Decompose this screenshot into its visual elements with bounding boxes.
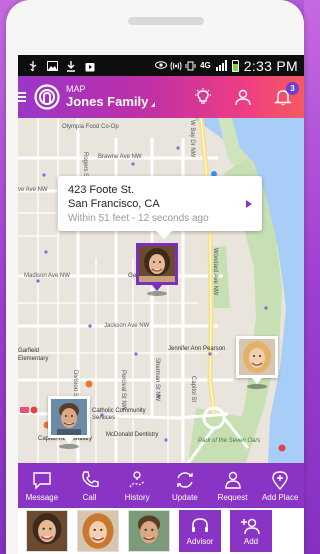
vibrate-icon — [185, 61, 196, 71]
add-place-icon — [272, 470, 288, 490]
map-label-jackson: Jackson Ave NW — [104, 323, 150, 329]
callout-address-line2: San Francisco, CA — [68, 198, 160, 210]
action-label: Call — [82, 492, 97, 502]
request-person-icon — [224, 471, 241, 489]
action-request-button[interactable]: Request — [209, 463, 257, 508]
section-label: MAP — [66, 83, 86, 94]
map-label-sherman: Sherman St NW — [154, 358, 160, 402]
nfc-icon — [170, 61, 182, 71]
usb-icon — [28, 60, 38, 71]
image-icon — [47, 60, 58, 71]
map-label-woodard: Woodard Ave NW — [212, 248, 218, 296]
member-thumb-man[interactable] — [128, 510, 170, 552]
notification-count-badge: 3 — [286, 82, 299, 95]
callout-address-line1: 423 Foote St. — [68, 184, 135, 196]
action-add-place-button[interactable]: Add Place — [256, 463, 304, 508]
action-label: Request — [217, 492, 248, 502]
member-pin-blonde[interactable] — [236, 336, 278, 389]
add-person-icon — [241, 518, 260, 534]
phone-icon — [81, 470, 99, 487]
play-store-icon — [85, 61, 95, 71]
profile-icon[interactable] — [234, 88, 252, 106]
map-label-garfield: Garfield Elementary — [18, 348, 49, 362]
refresh-icon — [177, 471, 193, 488]
menu-icon[interactable] — [18, 92, 30, 102]
location-callout[interactable]: 423 Foote St. San Francisco, CA Within 5… — [58, 176, 262, 239]
action-label: History — [124, 492, 150, 502]
action-label: Update — [171, 492, 198, 502]
status-time: 2:33 PM — [243, 57, 298, 74]
member-thumb-brown-hair[interactable] — [26, 510, 68, 552]
add-member-button[interactable]: Add — [230, 510, 272, 552]
members-row: Advisor Add — [18, 508, 304, 554]
action-call-button[interactable]: Call — [66, 463, 114, 508]
app-screen: 4G 2:33 PM MAP Jones Family 3 Olympia Fo… — [18, 55, 304, 554]
member-thumb-blonde[interactable] — [77, 510, 119, 552]
headset-icon — [192, 517, 208, 532]
map-label-percival: Percival St NW — [120, 370, 126, 411]
circle-selector[interactable]: MAP Jones Family — [66, 83, 156, 109]
map-label-olympia: Olympia Food Co-Op — [62, 124, 119, 130]
map-label-capitol-st: Capitol St — [190, 376, 196, 403]
action-label: Message — [25, 492, 59, 502]
message-icon — [33, 471, 51, 490]
dropdown-caret-icon — [151, 102, 156, 108]
download-icon — [66, 60, 76, 72]
member-pin-man[interactable] — [48, 396, 90, 449]
history-icon — [129, 470, 145, 487]
advisor-button[interactable]: Advisor — [179, 510, 221, 552]
action-update-button[interactable]: Update — [161, 463, 209, 508]
eye-icon — [155, 60, 168, 71]
map-label-jennifer: Jennifer Ann Pearson — [168, 346, 226, 352]
status-bar: 4G 2:33 PM — [18, 55, 304, 76]
add-label: Add — [243, 536, 259, 546]
action-message-button[interactable]: Message — [18, 463, 66, 508]
network-type-label: 4G — [200, 61, 211, 70]
callout-accuracy-time: Within 51 feet - 12 seconds ago — [68, 213, 209, 224]
advisor-label: Advisor — [186, 536, 214, 546]
notifications-bell-icon[interactable]: 3 — [273, 82, 299, 106]
phone-speaker — [128, 17, 204, 25]
battery-icon — [231, 59, 239, 72]
member-avatar-man — [129, 511, 169, 551]
app-header: MAP Jones Family 3 — [18, 76, 304, 118]
action-history-button[interactable]: History — [113, 463, 161, 508]
member-avatar-blonde — [78, 511, 118, 551]
callout-arrow-icon[interactable] — [246, 200, 252, 208]
map-label-park: Park of the Seven Oars — [198, 438, 261, 444]
family-map[interactable]: Olympia Food Co-Op Brawne Ave NW ve Ave … — [18, 118, 304, 463]
map-label-w-bay: W Bay Dr NW — [189, 120, 195, 158]
member-avatar-brown-hair — [27, 511, 67, 551]
life360-logo-icon — [34, 84, 60, 110]
signal-icon — [215, 60, 227, 71]
map-label-brawne: Brawne Ave NW — [98, 154, 142, 160]
map-label-ave-nw: ve Ave NW — [18, 187, 48, 193]
member-pin-selected[interactable] — [136, 243, 178, 296]
member-avatar-blonde — [239, 339, 275, 375]
map-label-madison: Madison Ave NW — [24, 273, 70, 279]
map-label-mcdonald: McDonald Dentistry — [106, 432, 159, 438]
circle-name: Jones Family — [66, 93, 149, 109]
lightbulb-icon[interactable] — [194, 88, 212, 106]
action-label: Add Place — [261, 492, 299, 502]
member-avatar-brown-hair — [139, 246, 175, 282]
action-bar: Message Call History Update Request Add … — [18, 463, 304, 508]
member-avatar-man — [51, 399, 87, 435]
